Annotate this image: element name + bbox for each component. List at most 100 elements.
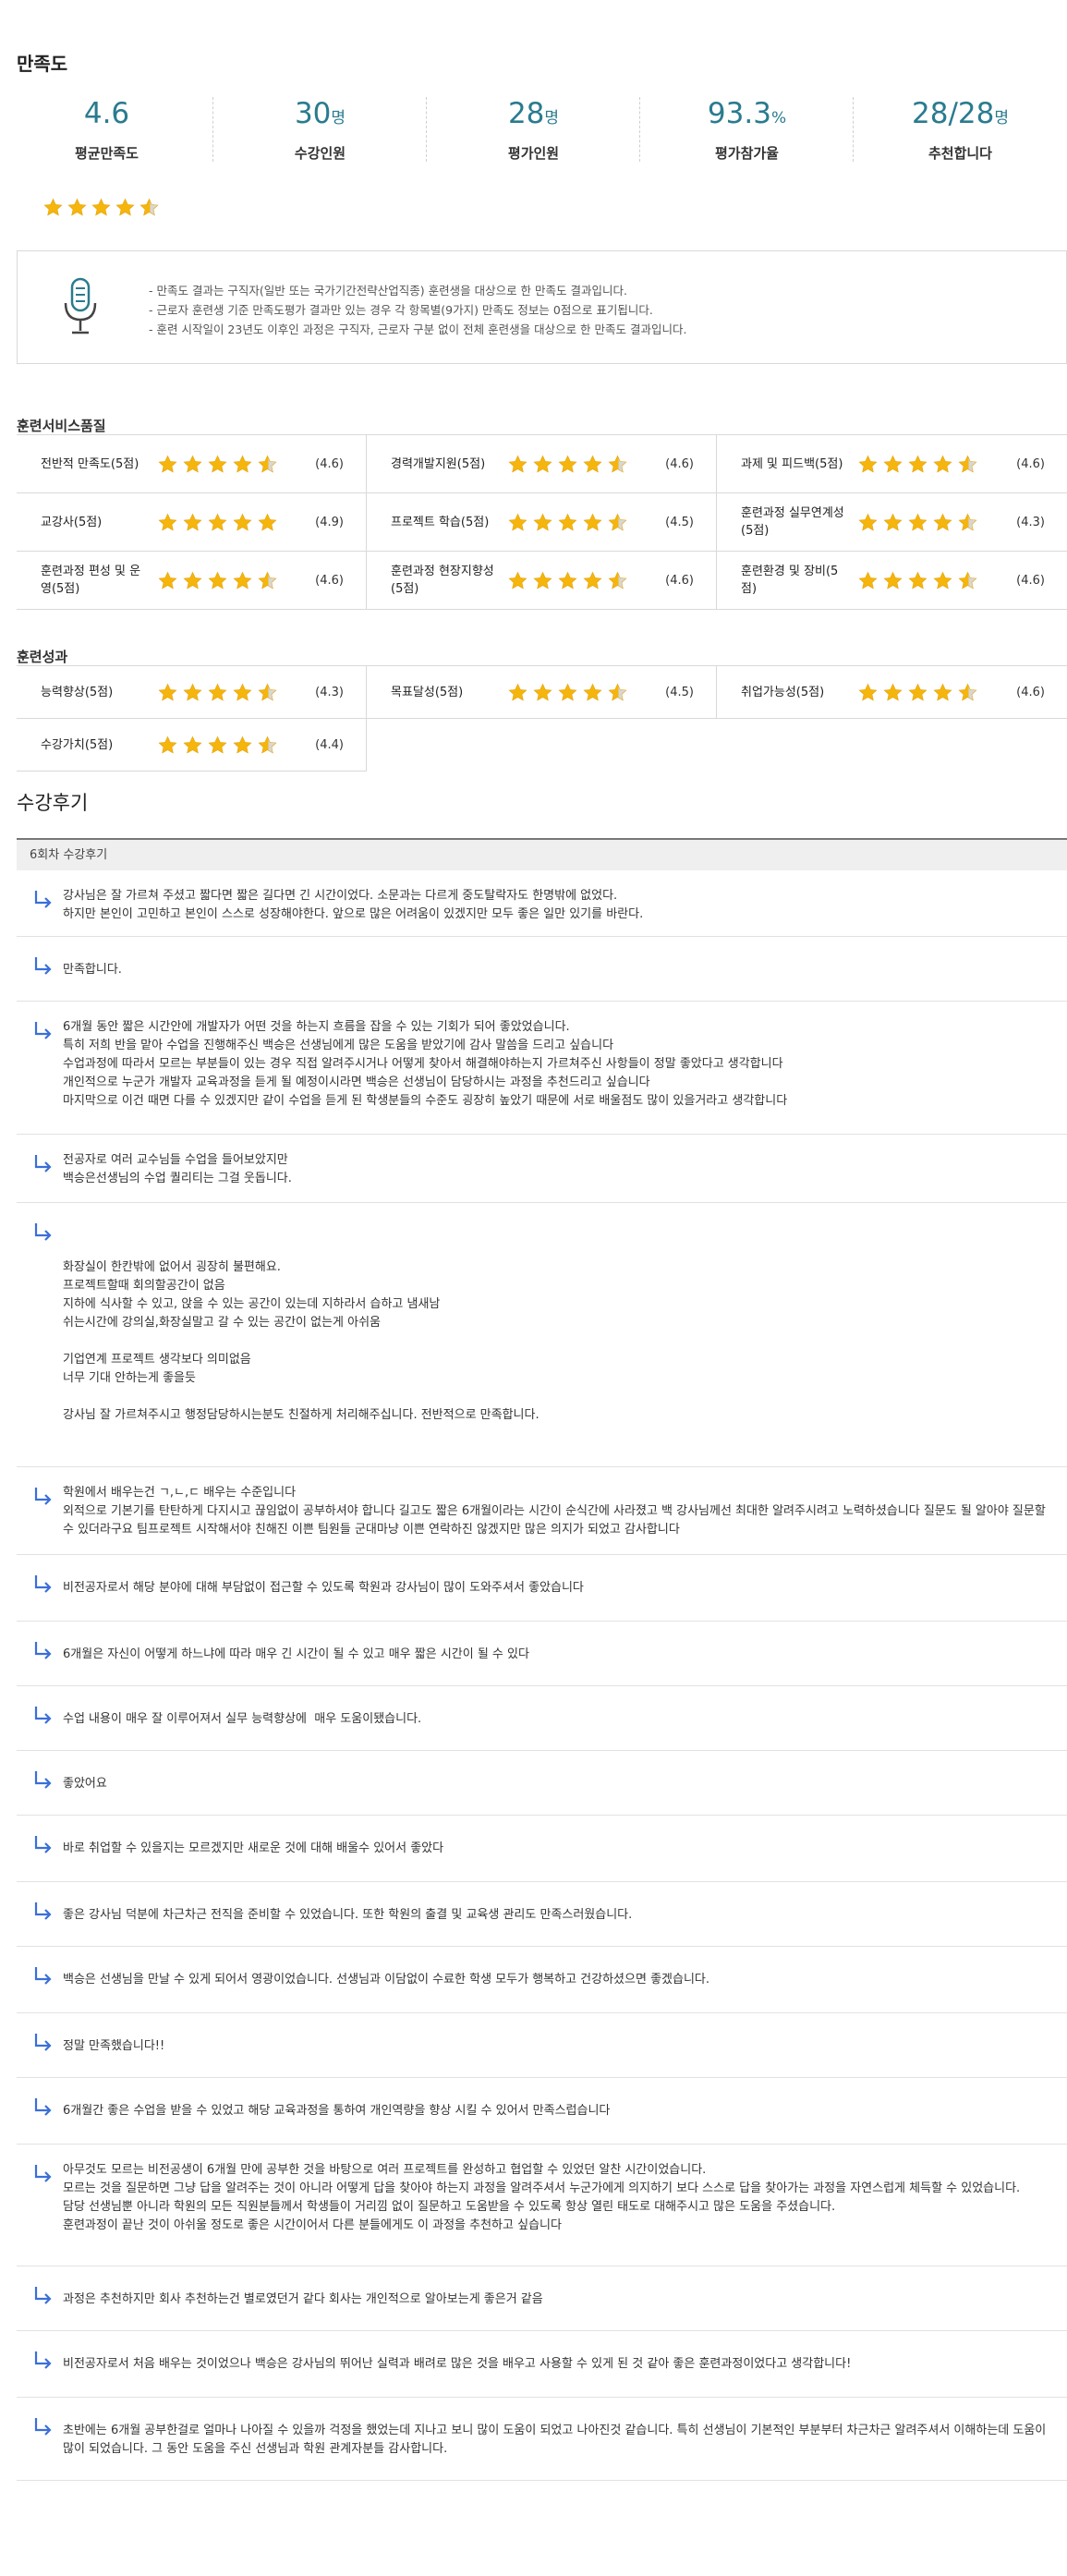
reply-arrow-icon <box>34 2098 52 2116</box>
star-icon <box>908 455 928 473</box>
star-icon <box>183 683 202 701</box>
rating-score: (4.6) <box>315 456 344 471</box>
rating-name: 수강가치(5점) <box>41 737 114 752</box>
review-text: 전공자로 여러 교수님들 수업을 들어보았지만 백승은선생님의 수업 퀄리티는 그… <box>63 1151 1054 1188</box>
review-line: 좋은 강사님 덕분에 차근차근 전직을 준비할 수 있었습니다. 또한 학원의 … <box>63 1908 633 1922</box>
overall-rating-stars <box>43 198 159 217</box>
review-text: ​ 화장실이 한칸밖에 없어서 굉장히 불편해요. 프로젝트할때 회의할공간이 없음… <box>63 1240 1054 1425</box>
review-line: 만족합니다. <box>63 963 122 977</box>
rating-name: 목표달성(5점) <box>391 685 464 699</box>
star-icon <box>67 198 87 216</box>
review-line: 비전공자로서 처음 배우는 것이었으나 백승은 강사님의 뛰어난 실력과 배려로… <box>63 2357 852 2371</box>
stat-value: 28 <box>507 97 545 130</box>
review-line: 기업연계 프로젝트 생각보다 의미없음 <box>63 1353 251 1367</box>
review-line: 화장실이 한칸밖에 없어서 굉장히 불편해요. <box>63 1260 281 1274</box>
review-line: 백승은 선생님을 만날 수 있게 되어서 영광이었습니다. 선생님과 이담없이 … <box>63 1973 709 1987</box>
reply-arrow-icon <box>34 2351 52 2369</box>
star-icon <box>583 571 602 589</box>
training-service-title: 훈련서비스품질 <box>17 418 106 434</box>
rating-cell: 교강사(5점) (4.9) <box>17 493 367 551</box>
stat-participation: 93.3% 평가참가율 <box>640 92 854 176</box>
star-icon <box>91 198 111 216</box>
satisfaction-notice: - 만족도 결과는 구직자(일반 또는 국가기간전략산업직종) 훈련생을 대상으… <box>17 250 1067 364</box>
stat-label: 평가인원 <box>507 145 560 162</box>
review-text: 좋았어요 <box>63 1775 1054 1793</box>
reply-arrow-icon <box>34 1771 52 1789</box>
stat-value: 28/28 <box>912 97 995 130</box>
star-icon <box>508 571 527 589</box>
stat-unit: % <box>770 109 787 128</box>
rating-name: 훈련과정 현장지향성(5점) <box>391 565 494 596</box>
review-line: 모르는 것을 질문하면 그냥 답을 알려주는 것이 아니라 어떻게 답을 찾아야… <box>63 2181 1021 2195</box>
stat-recommend: 28/28명 추천합니다 <box>854 92 1067 176</box>
review-text: 6개월간 좋은 수업을 받을 수 있었고 해당 교육과정을 통하여 개인역량을 … <box>63 2102 1054 2120</box>
review-list: 강사님은 잘 가르쳐 주셨고 짧다면 짧은 길다면 긴 시간이었다. 소문과는 … <box>17 870 1067 2481</box>
notice-line: - 만족도 결과는 구직자(일반 또는 국가기간전략산업직종) 훈련생을 대상으… <box>149 284 627 298</box>
rating-name: 훈련과정 실무연계성(5점) <box>741 506 844 538</box>
star-icon <box>158 455 177 473</box>
star-icon <box>183 513 202 531</box>
review-item: ​ 화장실이 한칸밖에 없어서 굉장히 불편해요. 프로젝트할때 회의할공간이 없음… <box>17 1203 1067 1467</box>
review-line: 개인적으로 누군가 개발자 교육과정을 듣게 될 예정이시라면 백승은 선생님이… <box>63 1075 650 1089</box>
review-text: 6개월 동안 짧은 시간안에 개발자가 어떤 것을 하는지 흐름을 잡을 수 있… <box>63 1018 1054 1111</box>
review-text: 학원에서 배우는건 ㄱ,ㄴ,ㄷ 배우는 수준입니다 외적으로 기본기를 탄탄하게 … <box>63 1484 1054 1539</box>
star-icon <box>533 513 552 531</box>
star-icon <box>258 513 277 531</box>
stat-value: 93.3 <box>707 97 771 130</box>
rating-cell: 훈련과정 현장지향성(5점) (4.6) <box>367 552 717 609</box>
satisfaction-stats: 4.6​ 평균만족도 30명 수강인원 28명 평가인원 93.3% 평가참가율… <box>0 92 1067 176</box>
rating-score: (4.9) <box>315 515 344 529</box>
star-icon <box>208 571 227 589</box>
star-icon <box>958 455 977 473</box>
star-icon <box>608 455 627 473</box>
review-line: 초반에는 6개월 공부한걸로 얼마나 나아질 수 있을까 걱정을 했었는데 지나… <box>63 2424 1050 2456</box>
star-icon <box>908 683 928 701</box>
star-icon <box>43 198 63 216</box>
rating-row: 교강사(5점) (4.9) 프로젝트 학습(5점) (4.5) 훈련과정 실무연계성(5… <box>17 493 1067 552</box>
rating-cell: 전반적 만족도(5점) (4.6) <box>17 435 367 492</box>
rating-score: (4.6) <box>1016 573 1045 588</box>
review-line: 마지막으로 이건 때면 다를 수 있겠지만 같이 수업을 듣게 된 학생분들의 … <box>63 1094 788 1108</box>
rating-stars <box>158 735 277 755</box>
stat-label: 평가참가율 <box>714 145 779 162</box>
review-line: 프로젝트할때 회의할공간이 없음 <box>63 1279 225 1293</box>
star-icon <box>933 513 952 531</box>
review-line: ​ <box>63 1240 1054 1258</box>
rating-stars <box>508 513 627 532</box>
review-text: 좋은 강사님 덕분에 차근차근 전직을 준비할 수 있었습니다. 또한 학원의 … <box>63 1906 1054 1925</box>
review-item: 6개월 동안 짧은 시간안에 개발자가 어떤 것을 하는지 흐름을 잡을 수 있… <box>17 1002 1067 1135</box>
reply-arrow-icon <box>34 1575 52 1593</box>
reply-arrow-icon <box>34 1707 52 1724</box>
star-icon <box>883 513 903 531</box>
rating-score: (4.6) <box>665 456 694 471</box>
review-text: 바로 취업할 수 있을지는 모르겠지만 새로운 것에 대해 배울수 있어서 좋았… <box>63 1840 1054 1858</box>
rating-name: 능력향상(5점) <box>41 685 114 699</box>
rating-name: 취업가능성(5점) <box>741 685 825 699</box>
review-line: 수업 내용이 매우 잘 이루어져서 실무 능력향상에 매우 도움이됐습니다. <box>63 1712 422 1726</box>
stat-unit: 명 <box>331 109 346 128</box>
review-item: 강사님은 잘 가르쳐 주셨고 짧다면 짧은 길다면 긴 시간이었다. 소문과는 … <box>17 870 1067 937</box>
stat-label: 평균만족도 <box>74 145 139 162</box>
rating-cell: 과제 및 피드백(5점) (4.6) <box>717 435 1067 492</box>
rating-cell: 목표달성(5점) (4.5) <box>367 666 717 718</box>
review-item: 과정은 추천하지만 회사 추천하는건 별로였던거 같다 회사는 개인적으로 알아… <box>17 2266 1067 2331</box>
rating-cell: 경력개발지원(5점) (4.6) <box>367 435 717 492</box>
star-icon <box>958 571 977 589</box>
review-line: 훈련과정이 끝난 것이 아쉬울 정도로 좋은 시간이어서 다른 분들에게도 이 … <box>63 2218 562 2232</box>
review-text: 비전공자로서 처음 배우는 것이었으나 백승은 강사님의 뛰어난 실력과 배려로… <box>63 2355 1054 2374</box>
reply-arrow-icon <box>34 957 52 975</box>
review-item: 수업 내용이 매우 잘 이루어져서 실무 능력향상에 매우 도움이됐습니다. <box>17 1686 1067 1751</box>
rating-name: 훈련과정 편성 및 운영(5점) <box>41 565 141 596</box>
rating-stars <box>158 455 277 474</box>
review-line: 6개월은 자신이 어떻게 하느냐에 따라 매우 긴 시간이 될 수 있고 매우 … <box>63 1647 529 1661</box>
review-line: 너무 기대 안하는게 좋을듯 <box>63 1371 196 1385</box>
rating-score: (4.6) <box>315 573 344 588</box>
review-line: ​ <box>63 1388 1054 1406</box>
review-line: 외적으로 기본기를 탄탄하게 다지시고 끊임없이 공부하셔야 합니다 길고도 짧… <box>63 1504 1049 1537</box>
rating-score: (4.5) <box>665 685 694 699</box>
rating-stars <box>158 683 277 702</box>
rating-row: 훈련과정 편성 및 운영(5점) (4.6) 훈련과정 현장지향성(5점) (4.6)… <box>17 552 1067 610</box>
rating-name: 교강사(5점) <box>41 515 103 529</box>
star-icon <box>583 455 602 473</box>
reply-arrow-icon <box>34 1967 52 1985</box>
